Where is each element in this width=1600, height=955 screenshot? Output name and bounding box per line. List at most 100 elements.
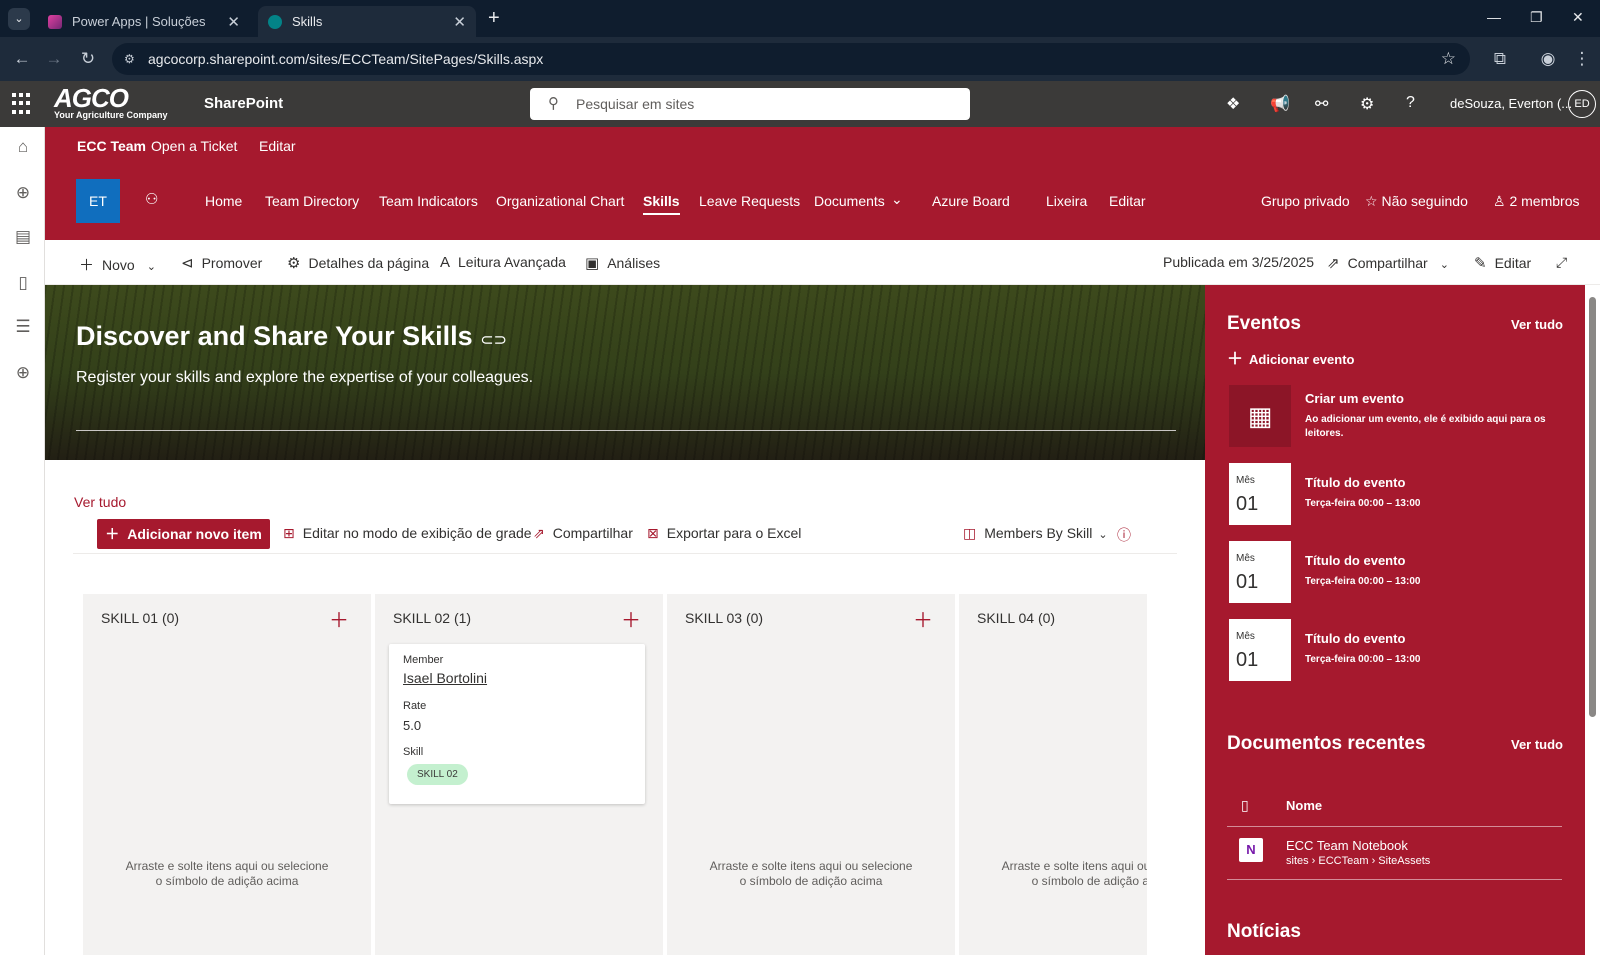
- event-day: 01: [1236, 571, 1259, 593]
- close-window-icon[interactable]: ✕: [1572, 9, 1584, 26]
- minimize-icon[interactable]: —: [1487, 9, 1501, 25]
- new-button[interactable]: ＋ Novo ⌄: [79, 254, 156, 275]
- news-icon[interactable]: ▤: [12, 227, 34, 249]
- browser-tab-skills[interactable]: Skills ✕: [258, 6, 476, 37]
- member-link[interactable]: Isael Bortolini: [403, 670, 487, 686]
- browser-tab-power-apps[interactable]: Power Apps | Soluções ✕: [38, 6, 250, 37]
- nav-team-directory[interactable]: Team Directory: [265, 193, 359, 209]
- site-info-icon[interactable]: ⚙: [124, 43, 135, 75]
- copilot-icon[interactable]: ❖: [1226, 94, 1240, 114]
- grid-edit-button[interactable]: ⊞ Editar no modo de exibição de grade: [283, 525, 532, 542]
- settings-gear-icon[interactable]: ⚙: [1360, 94, 1374, 114]
- site-search-input[interactable]: ⚲ Pesquisar em sites: [530, 88, 970, 120]
- app-launcher-icon[interactable]: [12, 93, 34, 115]
- promote-button[interactable]: ⊲ Promover: [181, 254, 262, 272]
- nav-documents[interactable]: Documents: [814, 193, 885, 209]
- events-see-all-link[interactable]: Ver tudo: [1511, 317, 1563, 332]
- share-button[interactable]: ⇗ Compartilhar ⌄: [1327, 254, 1449, 272]
- title-text: Discover and Share Your Skills: [76, 321, 473, 351]
- expand-icon[interactable]: ⤢: [1556, 254, 1567, 271]
- nav-edit[interactable]: Editar: [1109, 193, 1146, 209]
- close-tab-icon[interactable]: ✕: [227, 13, 240, 31]
- document-name[interactable]: ECC Team Notebook: [1286, 838, 1408, 853]
- add-event-button[interactable]: ＋ Adicionar evento: [1227, 345, 1354, 369]
- close-tab-icon[interactable]: ✕: [453, 13, 466, 31]
- event-title[interactable]: Título do evento: [1305, 553, 1405, 568]
- site-logo[interactable]: ET: [76, 179, 120, 223]
- nav-home[interactable]: Home: [205, 193, 242, 209]
- tab-title: Skills: [292, 14, 323, 29]
- list-see-all-link[interactable]: Ver tudo: [74, 494, 126, 510]
- empty-column-hint: Arraste e solte itens aqui ou selecione …: [1001, 859, 1147, 888]
- agco-logo[interactable]: AGCO Your Agriculture Company: [54, 83, 168, 120]
- help-icon[interactable]: ?: [1406, 94, 1415, 112]
- page-scrollbar[interactable]: [1585, 285, 1600, 955]
- create-event-tile[interactable]: ▦: [1229, 385, 1291, 447]
- export-excel-button[interactable]: ⊠ Exportar para o Excel: [647, 525, 801, 542]
- excel-icon: ⊠: [647, 525, 659, 541]
- announcements-icon[interactable]: 📢: [1270, 94, 1290, 114]
- back-icon[interactable]: ←: [10, 47, 34, 71]
- power-apps-icon: [48, 14, 62, 29]
- reader-icon: A͏: [440, 254, 451, 271]
- nav-skills[interactable]: Skills: [643, 193, 680, 215]
- lists-icon[interactable]: ☰: [12, 317, 34, 339]
- scrollbar-thumb[interactable]: [1589, 297, 1596, 717]
- tab-list-chevron-icon[interactable]: ⌄: [8, 8, 30, 30]
- analytics-button[interactable]: ▣ Análises: [585, 254, 660, 272]
- address-bar[interactable]: ⚙ agcocorp.sharepoint.com/sites/ECCTeam/…: [112, 43, 1470, 75]
- link-icon[interactable]: ⊂⊃: [480, 332, 507, 349]
- page-subtitle: Register your skills and explore the exp…: [76, 369, 534, 386]
- hub-link-ecc-team[interactable]: ECC Team: [77, 138, 146, 154]
- bookmark-star-icon[interactable]: ☆: [1441, 43, 1456, 75]
- sharepoint-app-name[interactable]: SharePoint: [204, 95, 283, 112]
- event-title[interactable]: Título do evento: [1305, 475, 1405, 490]
- board-card[interactable]: Member Isael Bortolini Rate 5.0 Skill SK…: [389, 644, 645, 804]
- nav-lixeira[interactable]: Lixeira: [1046, 193, 1087, 209]
- app-switch-icon[interactable]: ⚯: [1315, 94, 1328, 114]
- list-command-bar: ＋ Adicionar novo item ⊞ Editar no modo de …: [73, 519, 1177, 554]
- immersive-reader-button[interactable]: A͏ Leitura Avançada: [440, 254, 566, 271]
- divider: [1227, 826, 1562, 827]
- name-column-header[interactable]: Nome: [1286, 798, 1322, 813]
- plus-icon: ＋: [105, 526, 120, 542]
- nav-team-indicators[interactable]: Team Indicators: [379, 193, 478, 209]
- home-icon[interactable]: ⌂: [12, 137, 34, 159]
- add-to-column-icon[interactable]: ＋: [329, 604, 349, 633]
- extensions-icon[interactable]: ⧉: [1488, 47, 1512, 71]
- documents-see-all-link[interactable]: Ver tudo: [1511, 737, 1563, 752]
- nav-leave-requests[interactable]: Leave Requests: [699, 193, 800, 209]
- forward-icon[interactable]: →: [42, 47, 66, 71]
- create-icon[interactable]: ⊕: [12, 363, 34, 385]
- reload-icon[interactable]: ↻: [76, 47, 100, 71]
- chevron-down-icon: ⌄: [1439, 259, 1449, 271]
- app-bar: ⌂ ⊕ ▤ ▯ ☰ ⊕: [0, 127, 45, 955]
- add-new-item-button[interactable]: ＋ Adicionar novo item: [97, 519, 270, 549]
- view-selector[interactable]: ◫ Members By Skill ⌄: [963, 525, 1108, 542]
- new-tab-icon[interactable]: +: [488, 7, 500, 30]
- user-avatar[interactable]: ED: [1568, 90, 1596, 118]
- hub-link-open-ticket[interactable]: Open a Ticket: [151, 138, 237, 154]
- members-button[interactable]: ♙ 2 membros: [1493, 193, 1579, 210]
- page-details-button[interactable]: ⚙ Detalhes da página: [287, 254, 429, 272]
- profile-icon[interactable]: ◉: [1536, 47, 1560, 71]
- teams-icon[interactable]: ⚇: [145, 190, 158, 208]
- browser-menu-icon[interactable]: ⋮: [1570, 47, 1594, 71]
- chevron-down-icon[interactable]: ⌄: [891, 191, 903, 208]
- globe-icon[interactable]: ⊕: [12, 183, 34, 205]
- add-to-column-icon[interactable]: ＋: [621, 604, 641, 633]
- restore-icon[interactable]: ❐: [1530, 9, 1543, 26]
- info-icon[interactable]: ⓘ: [1117, 525, 1131, 545]
- hub-link-edit[interactable]: Editar: [259, 138, 296, 154]
- nav-azure-board[interactable]: Azure Board: [932, 193, 1010, 209]
- add-event-label: Adicionar evento: [1249, 352, 1355, 367]
- file-icon[interactable]: ▯: [12, 273, 34, 295]
- list-share-button[interactable]: ⇗ Compartilhar: [533, 525, 633, 542]
- nav-organizational-chart[interactable]: Organizational Chart: [496, 193, 624, 209]
- edit-page-button[interactable]: ✎ Editar: [1474, 254, 1531, 272]
- add-to-column-icon[interactable]: ＋: [913, 604, 933, 633]
- follow-button[interactable]: ☆ Não seguindo: [1365, 193, 1468, 210]
- event-title[interactable]: Título do evento: [1305, 631, 1405, 646]
- user-name[interactable]: deSouza, Everton (...: [1450, 96, 1572, 111]
- event-month: Mês: [1236, 631, 1255, 642]
